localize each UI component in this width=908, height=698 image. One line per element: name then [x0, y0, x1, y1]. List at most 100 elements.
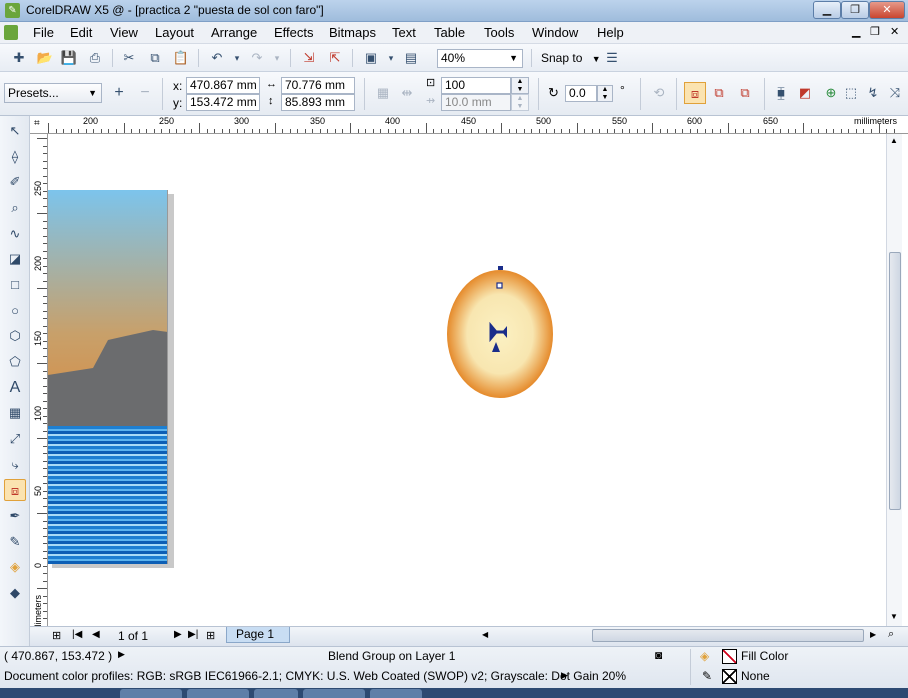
- scroll-left-icon[interactable]: ◀: [482, 630, 488, 639]
- add-page-before-icon[interactable]: ⊞: [52, 629, 61, 642]
- x-position-input[interactable]: 470.867 mm: [186, 77, 260, 94]
- color-eyedropper-icon[interactable]: ◙: [655, 648, 662, 662]
- options-icon[interactable]: ☰: [603, 49, 621, 67]
- menu-view[interactable]: View: [110, 25, 138, 40]
- drawing-canvas[interactable]: [48, 134, 886, 626]
- menu-tools[interactable]: Tools: [484, 25, 514, 40]
- menu-file[interactable]: File: [33, 25, 54, 40]
- blend-group-sun[interactable]: [444, 264, 556, 404]
- redo-icon[interactable]: ↷: [248, 49, 266, 67]
- pick-tool-icon[interactable]: ↖: [4, 120, 26, 142]
- taskbar-button[interactable]: [187, 689, 249, 698]
- last-page-icon[interactable]: ▶|: [188, 629, 198, 640]
- expand-profiles-icon[interactable]: ▶: [561, 670, 568, 681]
- menu-help[interactable]: Help: [597, 25, 624, 40]
- freehand-tool-icon[interactable]: ∿: [4, 223, 26, 245]
- scroll-up-icon[interactable]: ▲: [890, 136, 898, 145]
- zoom-level-select[interactable]: 40% ▼: [437, 49, 523, 68]
- undo-icon[interactable]: ↶: [208, 49, 226, 67]
- smart-fill-icon[interactable]: ◪: [4, 248, 26, 270]
- export-icon[interactable]: ⇱: [326, 49, 344, 67]
- outline-swatch[interactable]: [722, 669, 737, 684]
- zoom-tool-icon[interactable]: ⌕: [4, 197, 26, 219]
- close-button[interactable]: ✕: [869, 1, 905, 19]
- direction-spinner-icon[interactable]: ▲ ▼: [597, 85, 613, 102]
- welcome-screen-icon[interactable]: ▤: [402, 49, 420, 67]
- open-icon[interactable]: 📂: [36, 49, 54, 67]
- start-end-properties-icon[interactable]: ⬚: [842, 84, 860, 102]
- more-blend-options-icon[interactable]: ⊕: [822, 84, 840, 102]
- remove-preset-icon[interactable]: −: [136, 84, 154, 102]
- blend-tool-icon[interactable]: ⧈: [4, 479, 26, 501]
- menu-table[interactable]: Table: [434, 25, 465, 40]
- y-position-input[interactable]: 153.472 mm: [186, 94, 260, 111]
- rectangle-tool-icon[interactable]: □: [4, 274, 26, 296]
- menu-bitmaps[interactable]: Bitmaps: [329, 25, 376, 40]
- scroll-thumb[interactable]: [889, 252, 901, 510]
- doc-restore-button[interactable]: ❐: [870, 25, 880, 38]
- interactive-fill-icon[interactable]: ◆: [4, 582, 26, 604]
- taskbar-button[interactable]: [120, 689, 182, 698]
- menu-edit[interactable]: Edit: [70, 25, 92, 40]
- connector-tool-icon[interactable]: ⤷: [4, 454, 26, 476]
- paste-icon[interactable]: 📋: [172, 49, 190, 67]
- doc-close-button[interactable]: ✕: [890, 25, 899, 38]
- clear-blend-icon[interactable]: ⤨: [886, 84, 904, 102]
- fill-swatch[interactable]: [722, 649, 737, 664]
- minimize-button[interactable]: ▁: [813, 1, 841, 19]
- cut-icon[interactable]: ✂: [120, 49, 138, 67]
- first-page-icon[interactable]: |◀: [72, 629, 82, 640]
- add-preset-icon[interactable]: +: [110, 84, 128, 102]
- snap-to-button[interactable]: Snap to ▼: [541, 51, 601, 65]
- menu-window[interactable]: Window: [532, 25, 578, 40]
- redo-dropdown-icon[interactable]: ▾: [268, 49, 286, 67]
- smudge-brush-icon[interactable]: ✐: [4, 171, 26, 193]
- taskbar-button[interactable]: [254, 689, 298, 698]
- table-tool-icon[interactable]: ▦: [4, 402, 26, 424]
- object-color-acceleration-icon[interactable]: ⧯: [772, 84, 790, 102]
- import-icon[interactable]: ⇲: [300, 49, 318, 67]
- page-artwork[interactable]: [48, 190, 168, 564]
- previous-page-icon[interactable]: ◀: [92, 629, 100, 640]
- basic-shapes-icon[interactable]: ⬠: [4, 351, 26, 373]
- horizontal-scroll-thumb[interactable]: [592, 629, 864, 642]
- new-icon[interactable]: ✚: [10, 49, 28, 67]
- shape-tool-icon[interactable]: ⟠: [4, 146, 26, 168]
- scroll-down-icon[interactable]: ▼: [890, 612, 898, 621]
- height-input[interactable]: 85.893 mm: [281, 94, 355, 111]
- taskbar-button[interactable]: [303, 689, 365, 698]
- ellipse-tool-icon[interactable]: ○: [4, 300, 26, 322]
- steps-spinner-icon[interactable]: ▲ ▼: [511, 77, 529, 94]
- text-tool-icon[interactable]: A: [4, 377, 26, 399]
- add-page-after-icon[interactable]: ⊞: [206, 629, 215, 642]
- doc-minimize-button[interactable]: ▁: [852, 25, 860, 38]
- eyedropper-tool-icon[interactable]: ✒: [4, 505, 26, 527]
- acceleration-dropdown-icon[interactable]: ◩: [796, 84, 814, 102]
- presets-select[interactable]: Presets... ▼: [4, 83, 102, 103]
- ruler-origin-icon[interactable]: ⌗: [34, 118, 40, 129]
- menu-text[interactable]: Text: [392, 25, 416, 40]
- taskbar-button[interactable]: [370, 689, 422, 698]
- path-properties-icon[interactable]: ↯: [864, 84, 882, 102]
- maximize-button[interactable]: ❐: [841, 1, 869, 19]
- next-page-icon[interactable]: ▶: [174, 629, 182, 640]
- outline-pen-icon[interactable]: ✎: [4, 531, 26, 553]
- save-icon[interactable]: 💾: [60, 49, 78, 67]
- fill-tool-icon[interactable]: ◈: [4, 556, 26, 578]
- horizontal-ruler[interactable]: ⌗ 200 250 300 350 400 450 500 550 600 65…: [30, 116, 908, 134]
- counterclockwise-blend-icon[interactable]: ⧉: [736, 84, 754, 102]
- expand-status-icon[interactable]: ▶: [118, 649, 125, 660]
- menu-arrange[interactable]: Arrange: [211, 25, 257, 40]
- loop-blend-icon[interactable]: ⟲: [650, 84, 668, 102]
- dimension-tool-icon[interactable]: ⤢: [4, 428, 26, 450]
- copy-icon[interactable]: ⧉: [146, 49, 164, 67]
- width-input[interactable]: 70.776 mm: [281, 77, 355, 94]
- application-launcher-icon[interactable]: ▣: [362, 49, 380, 67]
- direct-blend-icon[interactable]: ⧈: [684, 82, 706, 104]
- blend-steps-input[interactable]: 100: [441, 77, 511, 94]
- print-icon[interactable]: ⎙: [86, 49, 104, 67]
- clockwise-blend-icon[interactable]: ⧉: [710, 84, 728, 102]
- polygon-tool-icon[interactable]: ⬡: [4, 325, 26, 347]
- menu-effects[interactable]: Effects: [274, 25, 314, 40]
- menu-layout[interactable]: Layout: [155, 25, 194, 40]
